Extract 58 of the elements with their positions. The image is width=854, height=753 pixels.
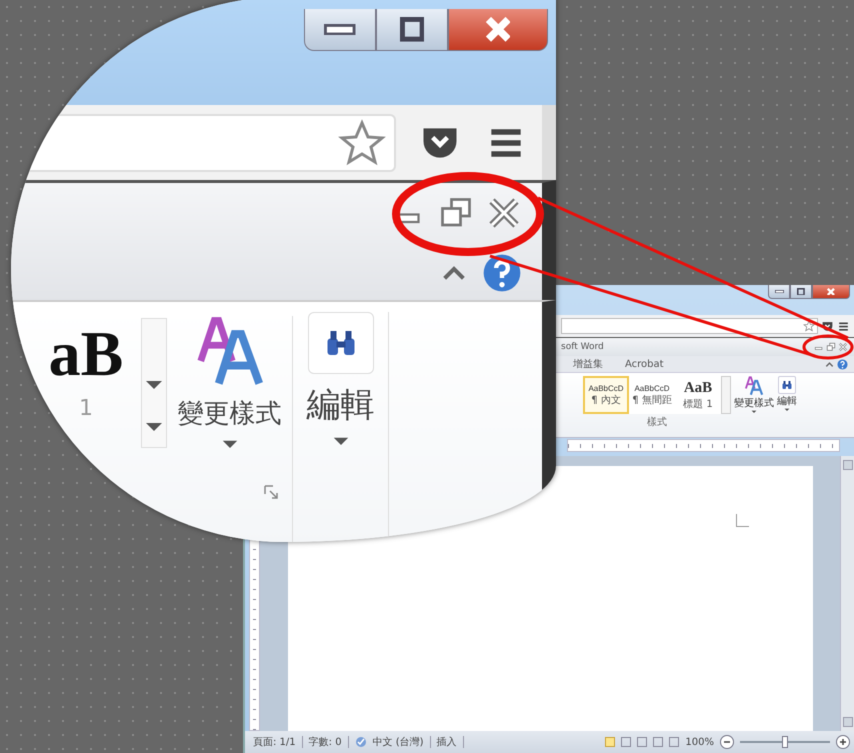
maximize-icon <box>797 288 805 296</box>
maximize-button[interactable] <box>790 285 812 299</box>
change-styles-button[interactable]: 變更樣式 <box>734 376 774 437</box>
close-icon <box>827 288 835 296</box>
draft-view-icon[interactable] <box>669 737 680 747</box>
gallery-scrollbar[interactable] <box>721 376 731 414</box>
caret-icon <box>332 436 350 447</box>
zoom-level[interactable]: 100% <box>685 736 714 748</box>
help-icon[interactable] <box>482 253 522 293</box>
maximize-icon <box>400 17 424 42</box>
minimize-button[interactable] <box>768 285 790 299</box>
star-icon[interactable] <box>338 118 386 166</box>
ribbon-tab[interactable]: Acrobat <box>621 358 668 370</box>
margin-corner-mark <box>736 514 748 527</box>
proofing-icon[interactable] <box>354 736 367 748</box>
plus-icon <box>839 738 847 746</box>
caret-icon <box>144 379 164 391</box>
caret-icon <box>144 421 164 433</box>
reading-view-icon[interactable] <box>621 737 632 747</box>
minimize-icon <box>774 290 784 294</box>
close-button[interactable] <box>448 9 548 51</box>
ribbon-tab[interactable]: 增益集 <box>569 356 607 372</box>
zoom-in-button[interactable] <box>836 735 850 749</box>
outline-view-icon[interactable] <box>653 737 664 747</box>
binoculars-icon <box>781 379 793 391</box>
insert-mode-status[interactable]: 插入 <box>436 735 457 749</box>
address-field[interactable] <box>561 318 818 334</box>
caret-icon <box>751 410 757 414</box>
page-count[interactable]: 頁面: 1/1 <box>253 735 296 749</box>
style-item[interactable]: aB 1 <box>31 322 141 542</box>
dialog-launcher-icon[interactable] <box>263 484 279 500</box>
caret-icon <box>220 439 238 450</box>
close-icon <box>486 17 510 42</box>
maximize-button[interactable] <box>376 9 448 51</box>
word-count[interactable]: 字數: 0 <box>308 735 342 749</box>
group-label: 樣式 <box>647 416 667 429</box>
help-icon[interactable] <box>837 358 848 370</box>
change-styles-button[interactable]: 變更樣式 <box>167 316 293 542</box>
change-styles-icon <box>744 376 764 396</box>
gallery-scrollbar[interactable] <box>141 318 167 448</box>
minimize-icon <box>324 24 356 36</box>
zoom-out-button[interactable] <box>720 735 734 749</box>
star-icon[interactable] <box>803 320 815 332</box>
minimize-button[interactable] <box>304 9 376 51</box>
style-item[interactable]: AaBbCcD ¶ 內文 <box>583 376 629 414</box>
edit-button[interactable]: 編輯 <box>293 312 389 542</box>
language-status[interactable]: 中文 (台灣) <box>372 735 424 749</box>
vertical-scrollbar[interactable] <box>840 456 854 731</box>
close-icon[interactable] <box>838 342 848 352</box>
highlight-ellipse <box>802 334 854 360</box>
menu-icon[interactable] <box>837 320 850 332</box>
window-title: soft Word <box>561 342 605 352</box>
web-view-icon[interactable] <box>637 737 648 747</box>
close-button[interactable] <box>812 285 850 299</box>
edit-button[interactable]: 編輯 <box>777 376 797 437</box>
zoom-slider-thumb[interactable] <box>782 736 788 748</box>
caret-icon <box>784 408 790 412</box>
restore-icon[interactable] <box>826 342 836 352</box>
